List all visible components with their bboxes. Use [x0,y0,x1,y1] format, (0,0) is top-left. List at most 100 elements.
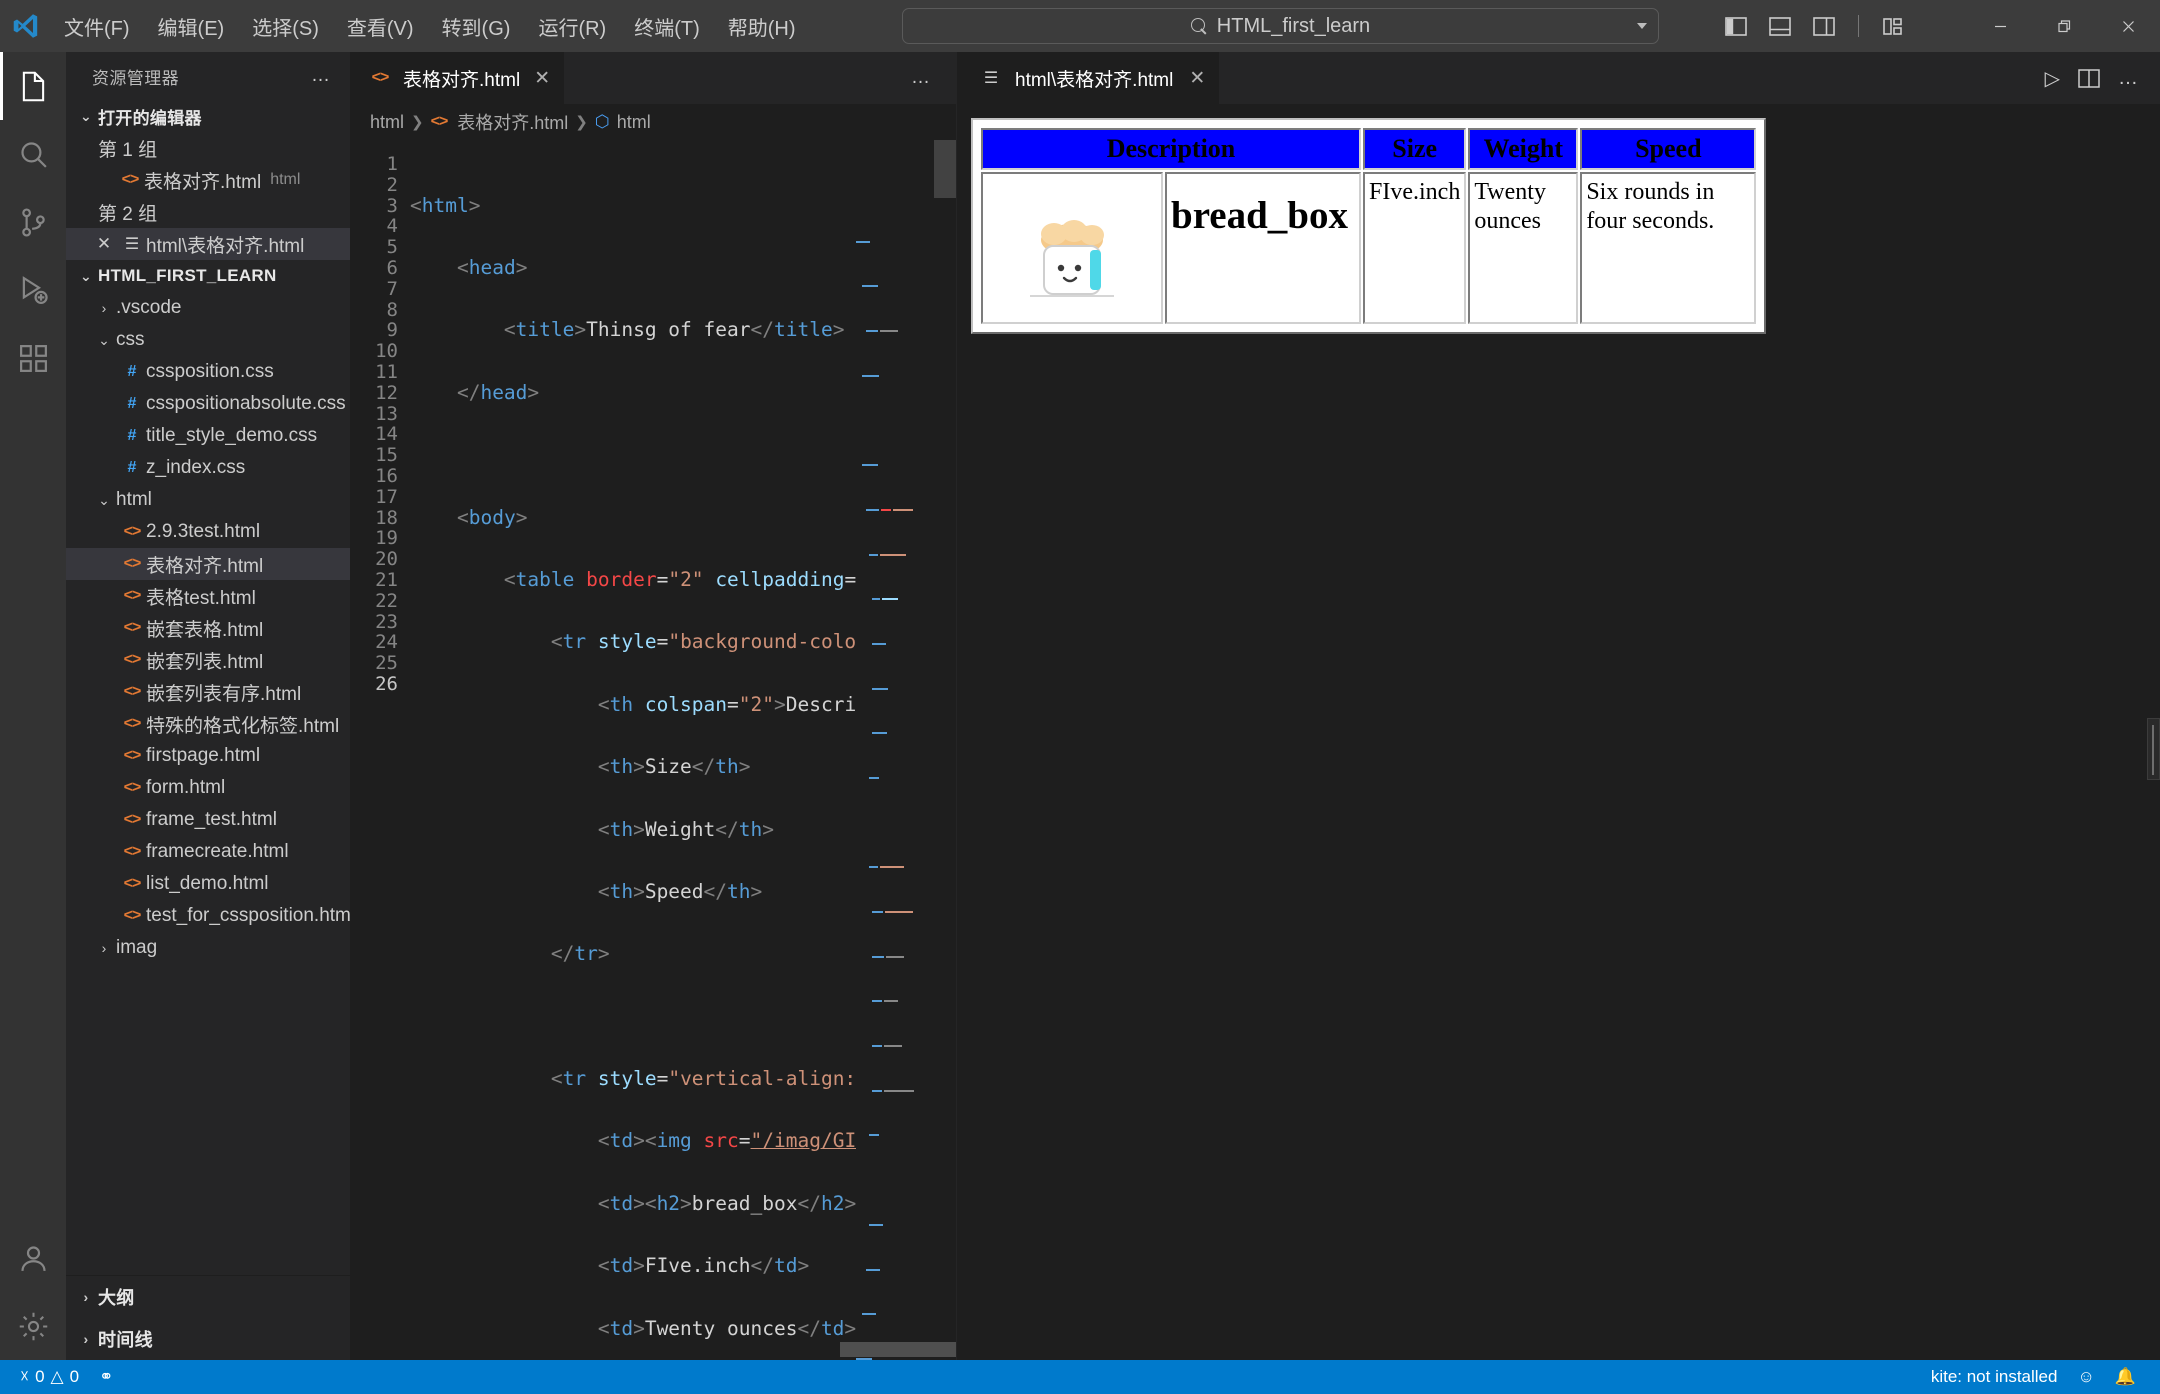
code-line-17: <td><h2>bread_box</h2></td> [597,1191,915,1215]
tree-file-cssposition-css[interactable]: # cssposition.css [66,356,350,388]
code-editor[interactable]: 1 2 3 4 5 6 7 8 9 10 11 12 13 14 15 16 1 [350,140,956,1360]
tree-file-qiantao-liebiao-html[interactable]: <> 嵌套列表.html [66,644,350,676]
tree-file-293test-html[interactable]: <> 2.9.3test.html [66,516,350,548]
preview-tab-bar: ☰ html\表格对齐.html ✕ ▷ … [957,52,2160,104]
breadcrumb-item-symbol[interactable]: html [617,112,651,133]
breadcrumb-item-file[interactable]: 表格对齐.html [457,109,568,135]
activitybar-item-search[interactable] [0,120,66,188]
code-content[interactable]: <html> <head> <title>Thinsg of fear</tit… [410,140,956,1360]
html-file-icon: <> [123,619,142,636]
tree-file-z-index-css[interactable]: # z_index.css [66,452,350,484]
tab-preview-biaogeduiqi[interactable]: ☰ html\表格对齐.html ✕ [957,52,1220,104]
code-line-3: <title>Thinsg of fear</title> [503,318,845,342]
group-1-label: 第 1 组 [98,139,158,161]
tree-file-test-for-cssposition-html[interactable]: <> test_for_cssposition.html [66,900,350,932]
activitybar-item-explorer[interactable] [0,52,66,120]
toggle-secondary-sidebar-icon[interactable] [1807,9,1841,43]
color-swatch[interactable] [891,636,905,650]
command-center-search[interactable]: HTML_first_learn [902,8,1659,44]
editor-vertical-scrollbar[interactable] [934,140,956,1360]
minimize-icon[interactable] [1968,0,2032,52]
line-number: 24 [375,631,398,654]
tree-file-list-demo-html[interactable]: <> list_demo.html [66,868,350,900]
smiley-icon: ☺ [2077,1367,2095,1386]
tree-folder-vscode[interactable]: › .vscode [66,292,350,324]
status-notifications[interactable]: 🔔 [2105,1360,2146,1394]
menu-go[interactable]: 转到(G) [428,0,525,52]
line-number: 21 [375,568,398,591]
menu-bar[interactable]: 文件(F) 编辑(E) 选择(S) 查看(V) 转到(G) 运行(R) 终端(T… [50,0,810,52]
status-feedback[interactable]: ☺ [2067,1360,2104,1394]
toggle-primary-sidebar-icon[interactable] [1719,9,1753,43]
status-kite[interactable]: kite: not installed [1921,1360,2068,1394]
ellipsis-icon[interactable]: … [2118,67,2140,90]
tree-file-qiantao-biaoge-html[interactable]: <> 嵌套表格.html [66,612,350,644]
explorer-tree: ⌄ 打开的编辑器 第 1 组 <> 表格对齐.html html 第 2 组 ✕… [66,100,350,1275]
restore-icon[interactable] [2032,0,2096,52]
line-number: 5 [386,236,398,259]
breadcrumb-item-html-folder[interactable]: html [370,112,404,133]
tree-folder-html[interactable]: ⌄ html [66,484,350,516]
tree-item-label: cssposition.css [146,361,274,382]
tree-file-frame-test-html[interactable]: <> frame_test.html [66,804,350,836]
activitybar-item-source-control[interactable] [0,188,66,256]
tree-item-label: html [116,489,152,510]
tree-file-qiantao-liebiao-youxu-html[interactable]: <> 嵌套列表有序.html [66,676,350,708]
menu-view[interactable]: 查看(V) [333,0,428,52]
scrollbar-thumb[interactable] [2152,725,2154,775]
open-editor-biaogeduiqi[interactable]: <> 表格对齐.html html [66,164,350,196]
editor-more-actions-icon[interactable]: … [903,52,940,104]
activitybar-item-accounts[interactable] [0,1224,66,1292]
tree-file-biaoge-test-html[interactable]: <> 表格test.html [66,580,350,612]
close-icon[interactable]: ✕ [90,234,118,254]
status-problems[interactable]: ☓ 0 △ 0 [10,1360,89,1394]
tree-file-csspositionabsolute-css[interactable]: # csspositionabsolute.css [66,388,350,420]
tree-file-title-style-demo-css[interactable]: # title_style_demo.css [66,420,350,452]
tree-folder-imag[interactable]: › imag [66,932,350,964]
open-editor-preview-biaogeduiqi[interactable]: ✕ ☰ html\表格对齐.html [66,228,350,260]
close-icon[interactable]: ✕ [1189,67,1205,90]
tab-biaogeduiqi-html[interactable]: <> 表格对齐.html ✕ [350,52,566,104]
code-line-6: <body> [456,505,528,529]
close-icon[interactable] [2096,0,2160,52]
tree-file-teshu-geshihua-biaoqian-html[interactable]: <> 特殊的格式化标签.html [66,708,350,740]
open-editors-group-2[interactable]: 第 2 组 [66,196,350,228]
tree-file-firstpage-html[interactable]: <> firstpage.html [66,740,350,772]
open-editor-suffix: html [270,171,301,188]
activitybar-item-run-and-debug[interactable] [0,256,66,324]
play-icon[interactable]: ▷ [2045,66,2060,91]
menu-file[interactable]: 文件(F) [50,0,144,52]
line-number: 3 [386,194,398,217]
tree-file-form-html[interactable]: <> form.html [66,772,350,804]
scrollbar-thumb[interactable] [840,1342,956,1357]
code-line-9: <th colspan="2">Description</th> [597,692,956,716]
status-ports[interactable]: ⚭ [89,1360,123,1394]
explorer-more-actions-icon[interactable]: … [305,65,338,87]
toggle-panel-icon[interactable] [1763,9,1797,43]
section-open-editors[interactable]: ⌄ 打开的编辑器 [66,100,350,132]
section-workspace[interactable]: ⌄ HTML_FIRST_LEARN [66,260,350,292]
menu-run[interactable]: 运行(R) [524,0,620,52]
line-number: 16 [375,464,398,487]
editor-horizontal-scrollbar[interactable] [410,1340,956,1360]
preview-scroll-hint[interactable] [2147,718,2160,780]
tree-file-biaogeduiqi-html[interactable]: <> 表格对齐.html [66,548,350,580]
menu-selection[interactable]: 选择(S) [238,0,333,52]
tree-file-framecreate-html[interactable]: <> framecreate.html [66,836,350,868]
activitybar-item-settings[interactable] [0,1292,66,1360]
scrollbar-thumb[interactable] [934,140,956,198]
chevron-down-icon: ⌄ [98,331,110,348]
menu-edit[interactable]: 编辑(E) [144,0,239,52]
menu-terminal[interactable]: 终端(T) [620,0,714,52]
split-editor-icon[interactable] [2078,68,2100,88]
section-timeline-label: 时间线 [98,1330,153,1350]
section-timeline[interactable]: › 时间线 [66,1318,350,1360]
open-editors-group-1[interactable]: 第 1 组 [66,132,350,164]
menu-help[interactable]: 帮助(H) [714,0,810,52]
section-outline[interactable]: › 大纲 [66,1276,350,1318]
customize-layout-icon[interactable] [1876,9,1910,43]
chevron-down-icon[interactable] [1637,23,1647,29]
tree-folder-css[interactable]: ⌄ css [66,324,350,356]
close-icon[interactable]: ✕ [534,67,550,90]
activitybar-item-extensions[interactable] [0,324,66,392]
